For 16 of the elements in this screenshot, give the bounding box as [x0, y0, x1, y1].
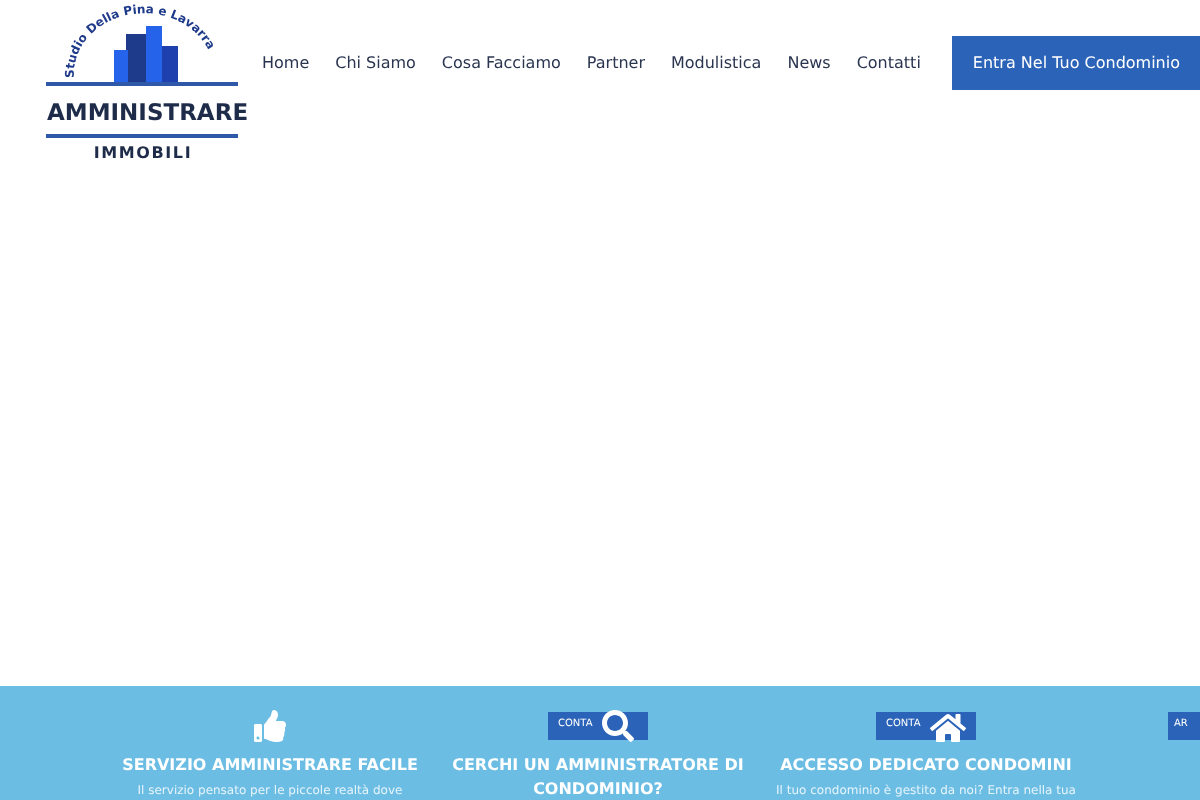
thumbs-up-icon	[254, 710, 286, 742]
house-icon	[930, 710, 966, 746]
feature-title: ACCESSO DEDICATO CONDOMINI	[778, 754, 1074, 778]
feature-title: SERVIZIO AMMINISTRARE FACILE	[120, 754, 420, 778]
nav-link[interactable]: Chi Siamo	[335, 51, 416, 75]
condominium-login-button[interactable]: Entra Nel Tuo Condominio	[952, 36, 1200, 90]
logo-name: AMMINISTRARE	[46, 96, 249, 128]
nav-link[interactable]: Contatti	[856, 51, 921, 75]
logo-subtitle: IMMOBILI	[93, 142, 193, 166]
nav-link[interactable]: Cosa Facciamo	[441, 51, 561, 75]
search-icon	[602, 710, 634, 742]
nav-link[interactable]: News	[787, 51, 831, 75]
nav-link[interactable]: Modulistica	[670, 51, 762, 75]
feature-title: CERCHI UN AMMINISTRATORE DI CONDOMINIO?	[450, 754, 746, 800]
nav-link[interactable]: Partner	[586, 51, 645, 75]
nav-link[interactable]: Home	[261, 51, 310, 75]
